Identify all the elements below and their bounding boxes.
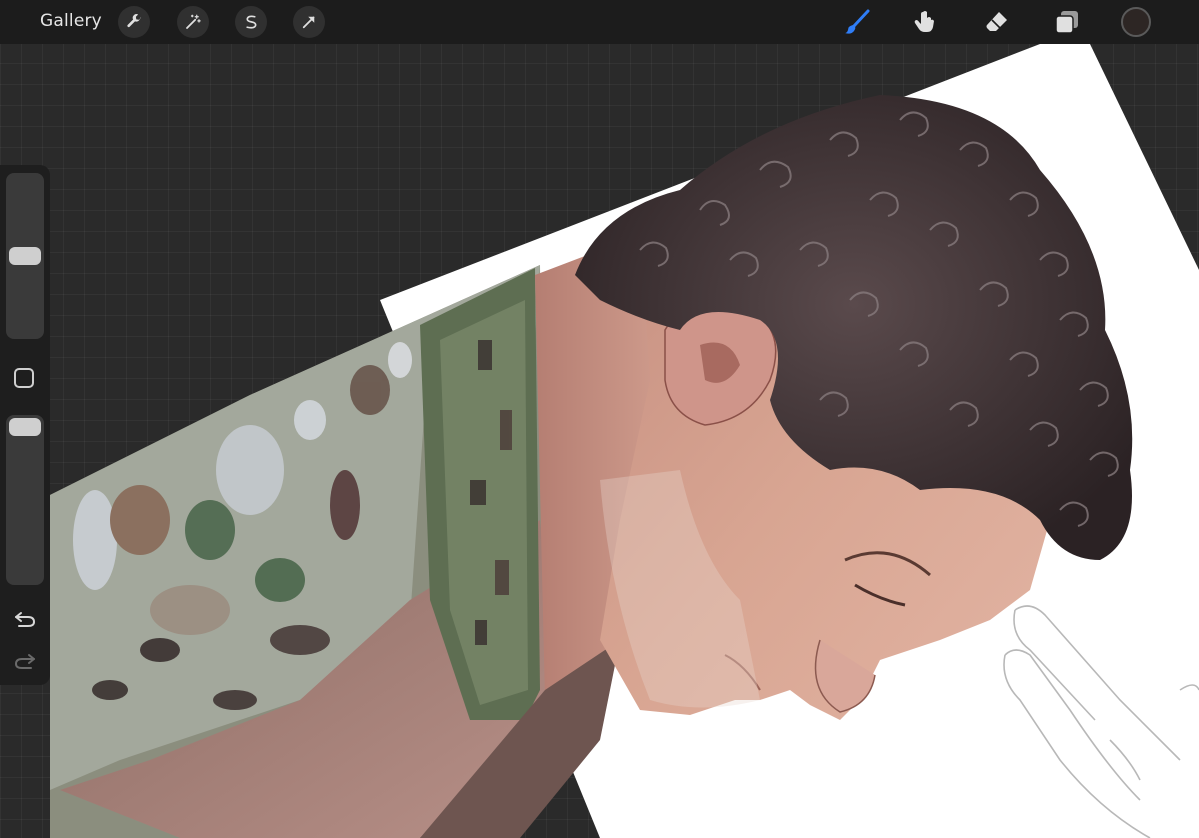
opacity-thumb[interactable] (9, 418, 41, 436)
layers-button[interactable] (1052, 7, 1082, 37)
brush-size-slider[interactable] (6, 173, 44, 339)
eraser-tool-button[interactable] (982, 7, 1012, 37)
adjustments-button[interactable] (177, 6, 209, 38)
smudge-tool-button[interactable] (910, 7, 940, 37)
redo-icon[interactable] (13, 649, 37, 673)
procreate-app: Gallery (0, 0, 1199, 838)
modify-button[interactable] (14, 368, 34, 388)
transform-button[interactable] (293, 6, 325, 38)
undo-icon[interactable] (13, 607, 37, 631)
gallery-button[interactable]: Gallery (40, 11, 102, 31)
opacity-slider[interactable] (6, 415, 44, 585)
layers-icon (1055, 11, 1078, 34)
eraser-icon (986, 12, 1007, 31)
selection-button[interactable] (235, 6, 267, 38)
smudge-icon (914, 11, 934, 32)
top-toolbar: Gallery (0, 0, 1199, 44)
color-picker-button[interactable] (1121, 7, 1151, 37)
brush-size-thumb[interactable] (9, 247, 41, 265)
wrench-icon (127, 14, 142, 28)
left-sidebar (0, 165, 50, 685)
actions-button[interactable] (118, 6, 150, 38)
brush-tool-button[interactable] (842, 7, 872, 37)
brush-icon (845, 9, 870, 34)
selection-icon (246, 15, 257, 29)
magic-wand-icon (186, 14, 201, 29)
artwork-canvas[interactable] (0, 0, 1199, 838)
transform-arrow-icon (302, 16, 315, 29)
